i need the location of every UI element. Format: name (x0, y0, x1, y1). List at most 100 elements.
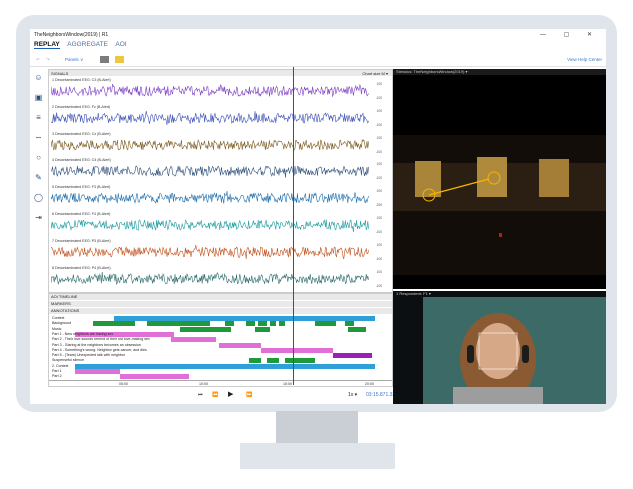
annotation-segment[interactable] (75, 363, 375, 369)
annotation-label: Part 5 - (Tears) Unexpected talk with ne… (52, 353, 126, 358)
edit-icon[interactable]: ✎ (34, 173, 43, 182)
annotation-segment[interactable] (180, 326, 231, 332)
annotation-row[interactable]: Part 3 - Glaring at the neighbors become… (49, 342, 392, 348)
skip-back-icon[interactable]: ⏮ (198, 392, 203, 398)
annotation-row[interactable]: Part 2 - Their love sounds remind of the… (49, 337, 392, 343)
forward-icon[interactable]: ⏩ (246, 392, 252, 398)
redo-icon[interactable]: ↷ (46, 57, 50, 63)
annotation-segment[interactable] (255, 326, 270, 332)
axis-tick: 05:00 (119, 382, 128, 386)
layout-split-button[interactable] (115, 56, 124, 63)
export-icon[interactable]: ⇥ (34, 213, 43, 222)
annotation-segment[interactable] (261, 347, 333, 353)
annotation-segment[interactable] (147, 321, 210, 327)
comment-icon[interactable]: ◯ (34, 193, 43, 202)
annotation-segment[interactable] (345, 321, 354, 327)
playhead[interactable] (293, 67, 294, 385)
window-left (415, 161, 441, 197)
tab-aoi[interactable]: AOI (115, 41, 126, 48)
annotation-segment[interactable] (315, 321, 336, 327)
channel-label: 8 Decontaminated EEG: P4 (B-Alert) (52, 265, 111, 270)
undo-icon[interactable]: ↶ (36, 57, 40, 63)
annotation-segment[interactable] (270, 321, 276, 327)
eeg-waveform (51, 271, 369, 285)
annotation-segment[interactable] (225, 321, 234, 327)
aoi-timeline-header[interactable]: AOI TIMELINE (49, 294, 392, 300)
eeg-channel[interactable]: 4 Decontaminated EEG: C4 (B-Alert) 100 -10… (49, 157, 392, 181)
playback-controls: ⏮ ⏪ ▶ ⏩ 1x ▾ 03:15.871.334 (48, 387, 398, 403)
annotation-segment[interactable] (93, 321, 135, 327)
eeg-trace (51, 219, 369, 233)
annotation-segment[interactable] (171, 337, 216, 343)
annotation-segment[interactable] (219, 342, 261, 348)
sliders-icon[interactable]: ≡ (34, 113, 43, 122)
annotation-label: Part 2 (52, 374, 62, 379)
eeg-channel[interactable]: 6 Decontaminated EEG: F4 (B-Alert) 100 -10… (49, 211, 392, 235)
headphone-right (522, 345, 529, 363)
play-button[interactable]: ▶ (228, 390, 233, 398)
annotation-row[interactable]: Part 1 (49, 369, 392, 374)
eeg-waveform (51, 110, 369, 125)
main-tabs: REPLAY AGGREGATE AOI (34, 41, 133, 51)
panels-dropdown[interactable]: Panels ∨ (65, 57, 83, 63)
annotation-segment[interactable] (120, 374, 189, 380)
eeg-waveform (51, 244, 369, 259)
film-icon[interactable]: ▣ (34, 93, 43, 102)
stimulus-panel: Stimulus: TheNeighborsWindow(2019) ▾ (393, 69, 606, 289)
annotation-segment[interactable] (249, 358, 261, 364)
window-controls[interactable]: — ▢ ✕ (540, 31, 600, 38)
eeg-waveform (51, 191, 369, 205)
eeg-trace (51, 244, 369, 259)
chart-icon[interactable]: ∽ (34, 133, 43, 142)
monitor-base (240, 443, 395, 469)
channel-label: 4 Decontaminated EEG: C4 (B-Alert) (52, 158, 111, 163)
eeg-channel[interactable]: 8 Decontaminated EEG: P4 (B-Alert) 100 -10… (49, 265, 392, 289)
speed-dropdown[interactable]: 1x ▾ (348, 392, 357, 398)
annotation-row[interactable]: Music (49, 326, 392, 332)
annotation-segment[interactable] (75, 369, 120, 374)
annotation-label: Part 1 - New neighbors are having sex (52, 331, 114, 336)
annotation-row[interactable]: Part 1 - New neighbors are having sex (49, 331, 392, 337)
annotation-row[interactable]: Part 2 (49, 374, 392, 380)
channel-label: 2 Decontaminated EEG: Fz (B-Alert) (52, 104, 111, 109)
annotation-row[interactable]: Part 5 - (Tears) Unexpected talk with ne… (49, 353, 392, 359)
axis-tick: 10:00 (199, 382, 208, 386)
layout-grid-button[interactable] (100, 56, 109, 63)
channel-label: 7 Decontaminated EEG: P3 (B-Alert) (52, 238, 111, 243)
respondent-face-video (423, 297, 606, 404)
annotation-row[interactable]: Context (49, 316, 392, 321)
app-window: TheNeighborsWindow(2019) | R1 — ▢ ✕ REPL… (30, 29, 606, 404)
timeline-axis: 05:00 10:00 15:00 20:00 (49, 380, 392, 387)
annotation-segment[interactable] (333, 353, 372, 359)
annotation-segment[interactable] (267, 358, 279, 364)
annotation-row[interactable]: Suspenseful silence (49, 358, 392, 364)
chart-size-dropdown[interactable]: Chart size M ▾ (362, 71, 388, 76)
annotation-segment[interactable] (114, 316, 375, 321)
eeg-waveform (51, 165, 369, 179)
channel-label: 6 Decontaminated EEG: F4 (B-Alert) (52, 212, 111, 216)
annotation-row[interactable]: Background (49, 321, 392, 327)
location-icon[interactable]: ○ (34, 153, 43, 162)
eeg-channel[interactable]: 1 Decontaminated EEG: C3 (B-Alert) 100 -10… (49, 77, 392, 101)
annotation-segment[interactable] (279, 321, 285, 327)
annotation-row[interactable]: Part 4 - Something's wrong. Neighbor get… (49, 347, 392, 353)
annotation-segment[interactable] (285, 358, 315, 364)
annotation-segment[interactable] (246, 321, 255, 327)
eeg-channel[interactable]: 7 Decontaminated EEG: P3 (B-Alert) 100 -10… (49, 238, 392, 262)
rewind-icon[interactable]: ⏪ (212, 392, 218, 398)
annotations-header[interactable]: ANNOTATIONS (49, 308, 392, 314)
eeg-channel[interactable]: 2 Decontaminated EEG: Fz (B-Alert) 100 -10… (49, 104, 392, 128)
tab-aggregate[interactable]: AGGREGATE (67, 41, 108, 48)
annotation-row[interactable]: 2. Context (49, 363, 392, 369)
axis-tick: 20:00 (365, 382, 374, 386)
annotation-segment[interactable] (348, 326, 366, 332)
tab-replay[interactable]: REPLAY (34, 41, 60, 49)
person-icon[interactable]: ☺ (34, 73, 43, 82)
eeg-channel[interactable]: 5 Decontaminated EEG: F3 (B-Alert) 200 -20… (49, 184, 392, 208)
help-center-link[interactable]: View Help Center (567, 57, 602, 62)
markers-header[interactable]: MARKERS (49, 301, 392, 307)
annotation-segment[interactable] (258, 321, 267, 327)
eeg-trace (51, 110, 369, 125)
eeg-trace (51, 191, 369, 205)
eeg-channel[interactable]: 3 Decontaminated EEG: Cz (B-Alert) 100 -10… (49, 131, 392, 155)
